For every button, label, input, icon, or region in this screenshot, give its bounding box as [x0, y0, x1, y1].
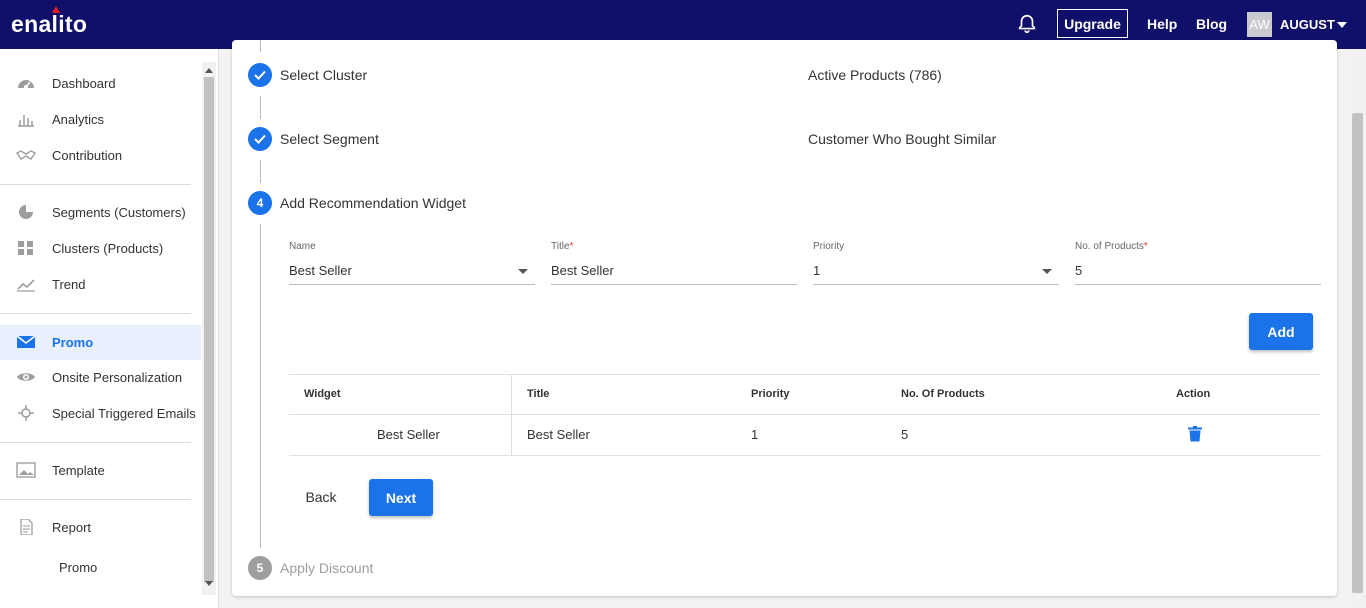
sidebar-divider — [0, 184, 191, 185]
sidebar-scrollbar-thumb[interactable] — [204, 77, 214, 582]
eye-icon — [17, 373, 35, 381]
sidebar-item-dashboard[interactable]: Dashboard — [0, 66, 201, 100]
name-field-label: Name — [289, 241, 316, 252]
step-connector — [260, 40, 261, 52]
bar-chart-icon — [18, 115, 34, 127]
table-header-action: Action — [1176, 388, 1211, 400]
sidebar-item-label: Clusters (Products) — [52, 240, 164, 256]
grid-icon — [18, 241, 33, 255]
logo[interactable]: enalito — [11, 11, 87, 38]
table-header-priority: Priority — [751, 388, 790, 400]
scroll-down-arrow-icon[interactable] — [205, 581, 213, 586]
name-select[interactable]: Best Seller — [289, 263, 352, 278]
title-field-label: Title* — [551, 241, 574, 252]
step-number-badge: 5 — [248, 556, 272, 580]
table-border — [289, 455, 1321, 456]
image-icon — [16, 462, 36, 478]
sidebar-item-label: Dashboard — [52, 75, 116, 91]
priority-field-label: Priority — [813, 241, 845, 252]
page-scrollbar-thumb[interactable] — [1352, 113, 1363, 593]
step-complete-check-icon — [248, 63, 272, 87]
sidebar-item-label: Segments (Customers) — [52, 204, 186, 220]
table-cell-widget: Best Seller — [377, 427, 440, 442]
priority-select[interactable]: 1 — [813, 263, 820, 278]
num-products-input[interactable]: 5 — [1075, 263, 1082, 278]
bell-icon[interactable] — [1016, 13, 1038, 35]
sidebar-item-template[interactable]: Template — [0, 453, 201, 487]
name-field-underline — [289, 284, 535, 285]
blog-link[interactable]: Blog — [1196, 16, 1227, 32]
priority-field-underline — [813, 284, 1059, 285]
step-number-badge: 4 — [248, 191, 272, 215]
chevron-down-icon[interactable] — [518, 269, 528, 274]
user-menu[interactable]: AUGUST — [1280, 17, 1335, 32]
table-header-num-products: No. Of Products — [901, 388, 985, 400]
table-column-divider — [511, 374, 512, 455]
sidebar-item-report[interactable]: Report — [0, 510, 201, 544]
chevron-down-icon[interactable] — [1042, 269, 1052, 274]
sidebar-item-label: Template — [52, 462, 105, 478]
help-link[interactable]: Help — [1147, 16, 1177, 32]
sidebar: Dashboard Analytics Contribution Segment… — [0, 49, 219, 608]
sidebar-item-onsite-personalization[interactable]: Onsite Personalization — [0, 360, 201, 394]
step-label-add-recommendation-widget[interactable]: Add Recommendation Widget — [280, 195, 466, 211]
handshake-icon — [16, 150, 36, 160]
sidebar-item-segments[interactable]: Segments (Customers) — [0, 195, 201, 229]
step-label-select-cluster[interactable]: Select Cluster — [280, 67, 367, 83]
sidebar-item-label: Promo — [52, 335, 94, 350]
chevron-down-icon[interactable] — [1337, 22, 1347, 28]
sidebar-item-label: Onsite Personalization — [52, 369, 183, 385]
pie-chart-icon — [19, 205, 33, 219]
table-cell-title: Best Seller — [527, 427, 590, 442]
step-label-select-segment[interactable]: Select Segment — [280, 131, 379, 147]
title-field-underline — [551, 284, 797, 285]
sidebar-item-clusters[interactable]: Clusters (Products) — [0, 231, 201, 265]
avatar[interactable]: AW — [1247, 12, 1272, 37]
logo-accent-icon — [52, 6, 60, 13]
next-button[interactable]: Next — [369, 479, 433, 516]
step-label-apply-discount[interactable]: Apply Discount — [280, 560, 373, 576]
table-border — [289, 414, 1321, 415]
step-connector — [260, 160, 261, 183]
num-products-field-underline — [1075, 284, 1321, 285]
sidebar-divider — [0, 499, 191, 500]
num-products-field-label: No. of Products* — [1075, 241, 1148, 252]
sidebar-item-label: Trend — [52, 276, 86, 292]
table-cell-priority: 1 — [751, 427, 759, 442]
table-header-widget: Widget — [304, 388, 341, 400]
step-complete-check-icon — [248, 127, 272, 151]
dashboard-icon — [18, 80, 34, 89]
sidebar-item-special-triggered-emails[interactable]: Special Triggered Emails — [0, 396, 201, 430]
sidebar-subitem-promo[interactable]: Promo — [59, 560, 97, 575]
sidebar-item-promo[interactable]: Promo — [0, 325, 201, 360]
mail-icon — [16, 335, 36, 348]
table-header-title: Title — [527, 388, 550, 400]
table-cell-num-products: 5 — [901, 427, 909, 442]
document-icon — [20, 519, 33, 535]
sidebar-item-label: Contribution — [52, 147, 123, 163]
table-border — [289, 374, 1321, 375]
back-button[interactable]: Back — [296, 479, 346, 515]
promo-wizard-card: Select Cluster Active Products (786) Sel… — [232, 40, 1337, 596]
step-connector — [260, 96, 261, 119]
sidebar-item-trend[interactable]: Trend — [0, 267, 201, 301]
title-input[interactable]: Best Seller — [551, 263, 614, 278]
upgrade-button[interactable]: Upgrade — [1057, 9, 1128, 38]
step-summary-segment: Customer Who Bought Similar — [808, 131, 997, 147]
sidebar-item-contribution[interactable]: Contribution — [0, 138, 201, 172]
sidebar-divider — [0, 313, 191, 314]
step-summary-cluster: Active Products (786) — [808, 67, 942, 83]
trend-icon — [17, 279, 35, 292]
scroll-up-arrow-icon[interactable] — [205, 68, 213, 73]
sidebar-item-analytics[interactable]: Analytics — [0, 102, 201, 136]
delete-trash-icon[interactable] — [1188, 426, 1202, 442]
crosshair-icon — [18, 405, 34, 421]
sidebar-item-label: Special Triggered Emails — [52, 405, 196, 421]
sidebar-item-label: Analytics — [52, 111, 105, 127]
sidebar-item-label: Report — [52, 519, 92, 535]
add-widget-button[interactable]: Add — [1249, 313, 1313, 350]
step-connector — [260, 224, 261, 548]
sidebar-divider — [0, 442, 191, 443]
